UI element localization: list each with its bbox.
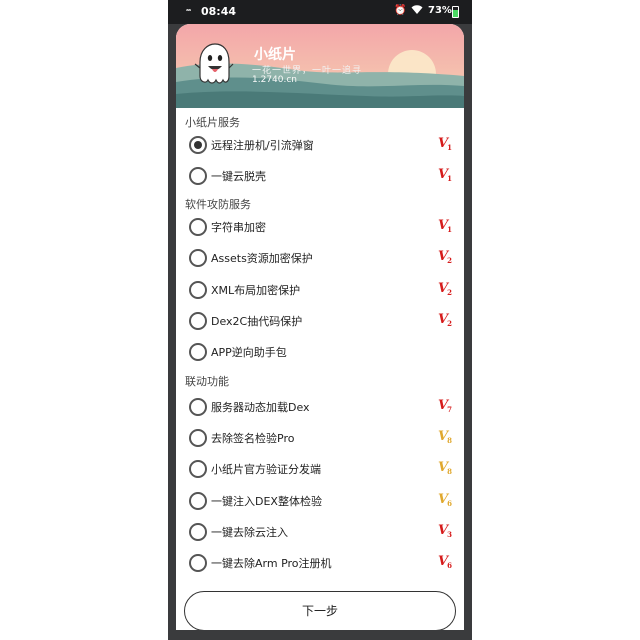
- option-assets-encrypt[interactable]: Assets资源加密保护 V2: [176, 244, 464, 272]
- option-remove-cloud-inject[interactable]: 一键去除云注入 V3: [176, 518, 464, 546]
- vip-level-number: 6: [447, 499, 452, 508]
- vip-level-badge-icon: V7: [438, 399, 454, 415]
- vip-level-badge-icon: V2: [438, 250, 454, 266]
- vip-level-badge-icon: V2: [438, 282, 454, 298]
- vip-level-number: 8: [447, 467, 452, 476]
- vip-level-badge-icon: V8: [438, 461, 454, 477]
- ghost-logo-icon: [194, 42, 234, 86]
- option-label: 一键去除Arm Pro注册机: [211, 557, 332, 570]
- vip-level-badge-icon: V3: [438, 524, 454, 540]
- vip-level-number: 2: [447, 256, 452, 265]
- vip-level-number: 2: [447, 288, 452, 297]
- option-inject-dex[interactable]: 一键注入DEX整体检验 V6: [176, 487, 464, 515]
- radio-button[interactable]: [189, 523, 207, 541]
- option-label: 远程注册机/引流弹窗: [211, 139, 314, 152]
- option-reverse-toolkit[interactable]: APP逆向助手包: [176, 338, 464, 366]
- option-string-encrypt[interactable]: 字符串加密 V1: [176, 213, 464, 241]
- option-label: APP逆向助手包: [211, 346, 287, 359]
- battery-icon: [452, 6, 459, 18]
- phone-screen: ᵃᵃ 08:44 ⏰ 73% 小纸片 一花一世界，一叶一追寻 1.2740.cn…: [168, 0, 472, 640]
- vip-level-badge-icon: V8: [438, 430, 454, 446]
- radio-button[interactable]: [189, 429, 207, 447]
- radio-button[interactable]: [189, 343, 207, 361]
- option-label: 小纸片官方验证分发端: [211, 463, 321, 476]
- radio-button[interactable]: [189, 281, 207, 299]
- option-label: 去除签名检验Pro: [211, 432, 295, 445]
- vip-level-badge-icon: V6: [438, 555, 454, 571]
- vip-level-badge-icon: V2: [438, 313, 454, 329]
- app-name: 小纸片: [254, 47, 296, 63]
- option-label: XML布局加密保护: [211, 284, 301, 297]
- radio-button[interactable]: [189, 460, 207, 478]
- next-step-button[interactable]: 下一步: [184, 591, 456, 631]
- vip-level-number: 6: [447, 561, 452, 570]
- section-title-zhipian-services: 小纸片服务: [185, 116, 240, 129]
- vip-level-number: 7: [447, 405, 452, 414]
- radio-button[interactable]: [189, 249, 207, 267]
- app-site: 1.2740.cn: [252, 75, 298, 85]
- option-xml-encrypt[interactable]: XML布局加密保护 V2: [176, 276, 464, 304]
- vip-level-number: 3: [447, 530, 452, 539]
- option-cloud-unpack[interactable]: 一键云脱壳 V1: [176, 162, 464, 190]
- section-title-software-protection: 软件攻防服务: [185, 198, 251, 211]
- vip-level-number: 1: [447, 225, 452, 234]
- section-title-linked-features: 联动功能: [185, 375, 229, 388]
- option-dynamic-dex[interactable]: 服务器动态加载Dex V7: [176, 393, 464, 421]
- vip-level-badge-icon: V1: [438, 219, 454, 235]
- option-dex2c[interactable]: Dex2C抽代码保护 V2: [176, 307, 464, 335]
- bottom-edge: [168, 630, 472, 640]
- radio-button[interactable]: [189, 398, 207, 416]
- option-remove-arm-keygen[interactable]: 一键去除Arm Pro注册机 V6: [176, 549, 464, 577]
- option-label: 服务器动态加载Dex: [211, 401, 310, 414]
- option-label: 一键注入DEX整体检验: [211, 495, 322, 508]
- radio-button[interactable]: [189, 136, 207, 154]
- wifi-icon: [411, 5, 423, 18]
- battery-percent: 73%: [428, 5, 452, 16]
- service-selection-card: 小纸片 一花一世界，一叶一追寻 1.2740.cn 小纸片服务 软件攻防服务 联…: [176, 24, 464, 640]
- status-time: 08:44: [201, 5, 237, 18]
- vip-level-number: 1: [447, 143, 452, 152]
- vip-level-badge-icon: V1: [438, 168, 454, 184]
- vip-level-badge-icon: V6: [438, 493, 454, 509]
- radio-button[interactable]: [189, 312, 207, 330]
- vip-level-number: 2: [447, 319, 452, 328]
- header-banner: 小纸片 一花一世界，一叶一追寻 1.2740.cn: [176, 24, 464, 108]
- radio-button[interactable]: [189, 167, 207, 185]
- option-label: Dex2C抽代码保护: [211, 315, 303, 328]
- vip-level-badge-icon: V1: [438, 137, 454, 153]
- vip-level-number: 8: [447, 436, 452, 445]
- radio-button[interactable]: [189, 492, 207, 510]
- alarm-clock-icon: ⏰: [394, 5, 407, 16]
- option-label: Assets资源加密保护: [211, 252, 313, 265]
- option-official-verify[interactable]: 小纸片官方验证分发端 V8: [176, 455, 464, 483]
- radio-button[interactable]: [189, 218, 207, 236]
- option-label: 字符串加密: [211, 221, 266, 234]
- option-remote-keygen[interactable]: 远程注册机/引流弹窗 V1: [176, 131, 464, 159]
- radio-button[interactable]: [189, 554, 207, 572]
- vip-level-number: 1: [447, 174, 452, 183]
- option-label: 一键云脱壳: [211, 170, 266, 183]
- status-bar: ᵃᵃ 08:44 ⏰ 73%: [168, 0, 472, 24]
- option-label: 一键去除云注入: [211, 526, 288, 539]
- signal-indicator: ᵃᵃ: [186, 8, 191, 15]
- option-remove-signature[interactable]: 去除签名检验Pro V8: [176, 424, 464, 452]
